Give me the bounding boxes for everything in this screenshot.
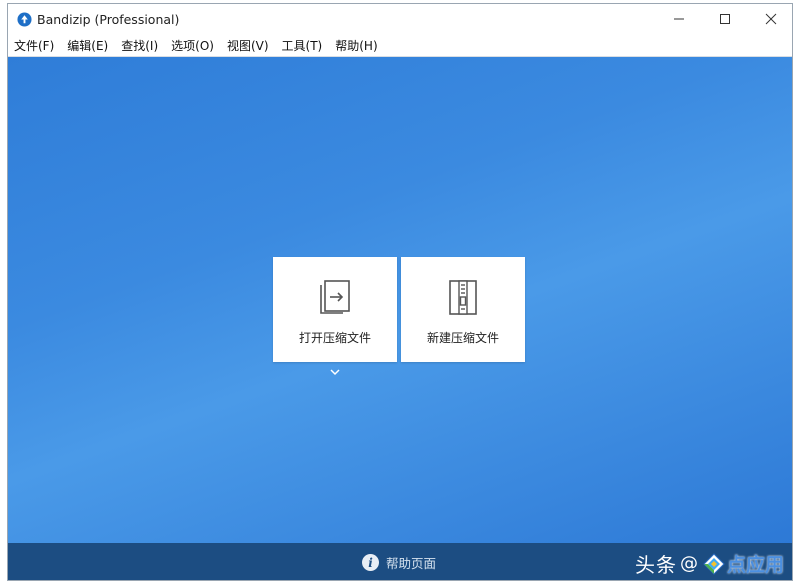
minimize-button[interactable]: [656, 4, 702, 34]
watermark-at: @: [680, 553, 698, 574]
maximize-icon: [720, 14, 730, 24]
watermark: 头条 @ 点应用: [635, 549, 784, 578]
help-page-label: 帮助页面: [386, 556, 437, 571]
open-archive-button[interactable]: 打开压缩文件: [273, 257, 397, 362]
menu-file[interactable]: 文件(F): [14, 37, 54, 54]
watermark-prefix: 头条: [635, 553, 677, 577]
menu-find[interactable]: 查找(I): [121, 37, 158, 54]
new-archive-label: 新建压缩文件: [426, 331, 499, 345]
menu-edit[interactable]: 编辑(E): [67, 37, 108, 54]
menu-bar: 文件(F) 编辑(E) 查找(I) 选项(O) 视图(V) 工具(T) 帮助(H…: [8, 34, 792, 57]
chevron-down-icon[interactable]: [328, 367, 342, 377]
close-button[interactable]: [748, 4, 792, 34]
menu-help[interactable]: 帮助(H): [335, 37, 377, 54]
menu-tools[interactable]: 工具(T): [282, 37, 323, 54]
watermark-logo-icon: [703, 552, 725, 575]
footer-bar: i 帮助页面 头条 @ 点应用: [8, 543, 792, 580]
new-archive-button[interactable]: 新建压缩文件: [401, 257, 525, 362]
new-archive-icon: [449, 280, 477, 315]
menu-view[interactable]: 视图(V): [227, 37, 269, 54]
watermark-name: 点应用: [727, 554, 785, 576]
open-archive-icon: [320, 280, 350, 314]
title-bar[interactable]: Bandizip (Professional): [8, 4, 792, 34]
bandizip-app-icon: [17, 12, 32, 27]
window-title: Bandizip (Professional): [37, 12, 180, 27]
menu-options[interactable]: 选项(O): [171, 37, 214, 54]
info-icon: i: [362, 554, 379, 571]
close-icon: [765, 13, 777, 25]
open-archive-label: 打开压缩文件: [298, 331, 371, 345]
minimize-icon: [674, 18, 684, 20]
main-panel: 打开压缩文件 新建压缩文件: [8, 57, 792, 543]
app-window: Bandizip (Professional) 文件(F) 编辑(E) 查找(I…: [7, 3, 793, 581]
maximize-button[interactable]: [702, 4, 748, 34]
help-page-link[interactable]: i 帮助页面: [362, 553, 436, 572]
